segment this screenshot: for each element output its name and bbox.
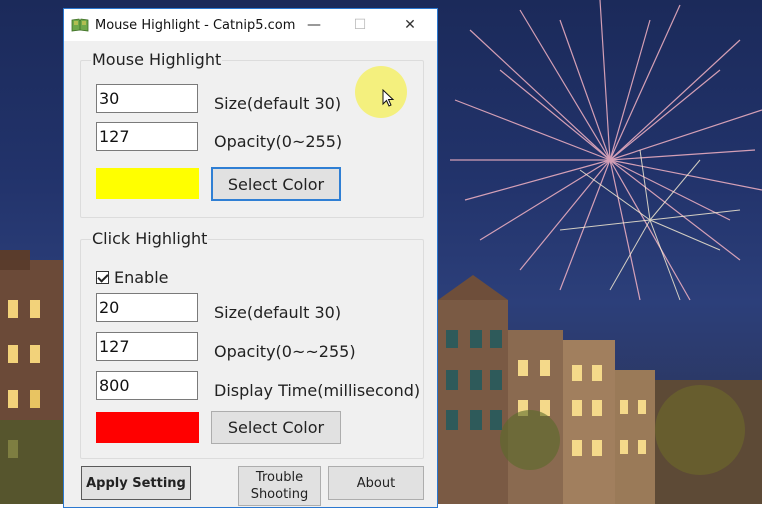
display-time-label: Display Time(millisecond) [214,381,421,400]
click-color-swatch [96,412,199,443]
about-button[interactable]: About [328,466,424,500]
trouble-shooting-label-line1: Trouble [255,470,304,485]
mouse-select-color-button[interactable]: Select Color [211,167,341,201]
mouse-cursor-icon [382,89,395,107]
left-buildings [0,250,64,504]
mouse-size-input[interactable] [96,84,198,113]
enable-label: Enable [114,268,169,287]
minimize-button[interactable]: — [291,9,337,41]
apply-setting-button[interactable]: Apply Setting [81,466,191,500]
mouse-size-label: Size(default 30) [214,94,342,113]
trouble-shooting-label-line2: Shooting [250,487,309,502]
enable-checkbox[interactable]: Enable [96,268,169,287]
click-select-color-button[interactable]: Select Color [211,411,341,444]
trouble-shooting-button[interactable]: Trouble Shooting [238,466,321,506]
click-size-input[interactable] [96,293,198,322]
display-time-input[interactable] [96,371,198,400]
maximize-button[interactable]: ☐ [337,9,383,41]
mouse-opacity-input[interactable] [96,122,198,151]
mouse-opacity-label: Opacity(0~255) [214,132,343,151]
click-opacity-input[interactable] [96,332,198,361]
book-icon [71,18,89,32]
right-buildings [438,275,762,504]
window-title: Mouse Highlight - Catnip5.com [95,17,296,33]
click-highlight-group: Click Highlight Enable Size(default 30) … [80,229,424,459]
click-opacity-label: Opacity(0~~255) [214,342,356,361]
title-bar[interactable]: Mouse Highlight - Catnip5.com — ☐ ✕ [64,9,437,41]
click-size-label: Size(default 30) [214,303,342,322]
cursor-highlight-circle [355,66,407,118]
mouse-color-swatch [96,168,199,199]
click-highlight-group-label: Click Highlight [91,229,209,248]
mouse-highlight-group-label: Mouse Highlight [91,50,223,69]
checkbox-check-icon[interactable] [96,271,109,284]
close-button[interactable]: ✕ [387,9,433,41]
fireworks [450,0,762,301]
